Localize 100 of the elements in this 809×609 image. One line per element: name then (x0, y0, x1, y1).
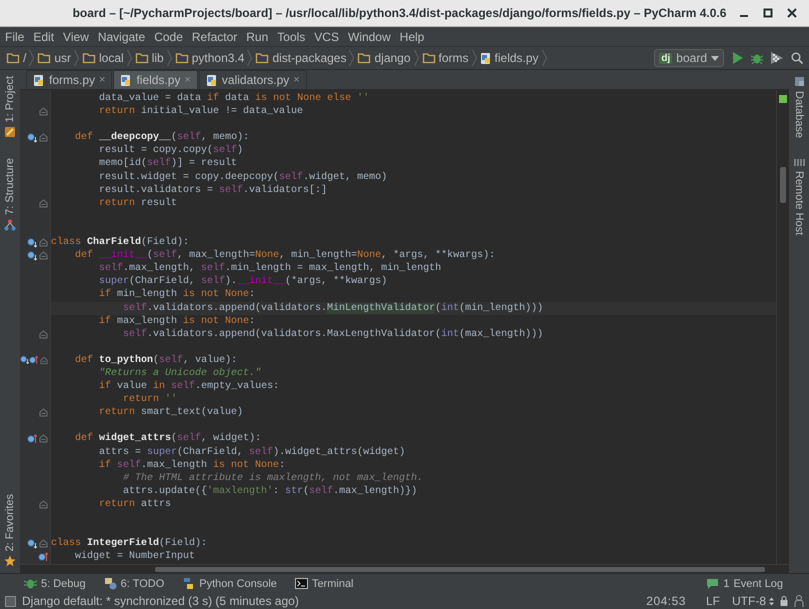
folder-icon (82, 52, 96, 64)
breadcrumb-item[interactable]: usr (37, 51, 72, 65)
menu-item[interactable]: Run (246, 28, 268, 44)
menu-item[interactable]: VCS (314, 28, 339, 44)
chevron-icon (472, 49, 477, 67)
chevron-icon (166, 49, 172, 67)
code-line: self.max_length, self.min_length = max_length, min_length (98, 262, 442, 276)
breadcrumb-item[interactable]: django (357, 51, 411, 65)
lock-icon[interactable] (780, 596, 788, 606)
bug-icon[interactable] (751, 52, 763, 64)
chevron-icon (29, 49, 34, 67)
code-line: super(CharField, self).__init__(*args, **kwargs) (98, 275, 388, 288)
run-configuration-dropdown[interactable]: dj board (654, 49, 724, 67)
python-file-icon (33, 74, 45, 86)
search-icon[interactable] (791, 52, 803, 64)
menu-item[interactable]: Navigate (98, 28, 146, 44)
encoding-selector[interactable]: UTF-8 (732, 594, 774, 608)
python-file-icon (120, 74, 132, 86)
breadcrumb-item[interactable]: forms (422, 51, 469, 65)
menu-item[interactable]: Code (154, 28, 183, 44)
chevron-icon (542, 49, 547, 67)
folder-icon (255, 52, 270, 64)
chevron-icon (414, 49, 419, 67)
folder-icon (6, 52, 20, 64)
breadcrumb-item[interactable]: / (6, 51, 26, 65)
folder-icon (134, 52, 149, 64)
tool-window-button[interactable]: Python Console (182, 577, 277, 590)
python-file-icon (206, 74, 218, 86)
code-line: return '' (122, 393, 178, 406)
code-line: if self.max_length is not None: (98, 458, 286, 472)
editor-tab[interactable]: validators.py × (198, 70, 307, 89)
folder-icon (357, 52, 372, 64)
code-line: return initial_value != data_value (98, 105, 304, 118)
chevron-icon (74, 49, 80, 67)
code-line: attrs.update({'maxlength': str(self.max_length)}) (122, 484, 418, 498)
breadcrumb-item[interactable]: fields.py (480, 51, 539, 65)
event-log-button[interactable]: 1 Event Log (706, 578, 783, 590)
chevron-icon (126, 49, 132, 67)
code-line: self.validators.append(validators.MaxLengthValidator(int(max_length))) (122, 328, 544, 341)
breadcrumb-item[interactable]: lib (134, 51, 164, 65)
close-icon[interactable] (787, 8, 797, 18)
tool-window-button[interactable]: Terminal (294, 578, 354, 590)
override-marker-icon (27, 132, 37, 143)
editor-tab[interactable]: fields.py × (113, 70, 198, 89)
bug-icon[interactable] (24, 577, 37, 590)
scrollbar-thumb[interactable] (780, 167, 786, 203)
editor-tab[interactable]: forms.py × (26, 70, 112, 89)
maximize-icon[interactable] (763, 8, 773, 18)
caret-position[interactable]: 204:53 (646, 594, 686, 608)
tool-window-button[interactable]: 5: Debug (24, 577, 86, 590)
override-marker-icon (27, 238, 37, 248)
menu-item[interactable]: Help (400, 28, 424, 44)
scrollbar-thumb[interactable] (155, 566, 765, 572)
tool-window-button[interactable]: 1: Project (3, 76, 17, 138)
checkered-play-icon[interactable] (771, 52, 783, 64)
inspector-icon[interactable] (794, 595, 804, 607)
code-line: data_value = data if data is not None else '' (98, 92, 370, 106)
tool-window-button[interactable]: 7: Structure (3, 158, 17, 232)
menu-item[interactable]: Window (348, 28, 391, 44)
overridden-marker-icon (38, 552, 48, 562)
database-icon[interactable] (794, 76, 804, 87)
overridden-marker-icon (27, 434, 37, 444)
config-badge: dj (659, 52, 672, 64)
breadcrumb-item[interactable]: dist-packages (255, 51, 346, 65)
up-down-arrow-icon (769, 596, 774, 606)
code-line: result.validators = self.validators[:] (98, 184, 328, 197)
breadcrumb-item[interactable]: python3.4 (174, 51, 244, 65)
code-line: # The HTML attribute is maxlength, not max_length. (122, 472, 424, 485)
code-line: def to_python(self, value): (74, 354, 238, 367)
code-line: def __deepcopy__(self, memo): (74, 131, 250, 144)
python-console-icon[interactable] (182, 577, 196, 590)
speech-bubble-icon[interactable] (706, 578, 720, 590)
project-icon[interactable] (4, 126, 16, 138)
todo-icon[interactable] (104, 577, 117, 590)
close-button[interactable]: × (99, 74, 106, 86)
code-line: def widget_attrs(self, widget): (74, 432, 262, 446)
menu-item[interactable]: View (63, 28, 89, 44)
code-line: return attrs (98, 498, 172, 511)
tool-window-button[interactable]: Database (792, 76, 806, 138)
close-button[interactable]: × (293, 74, 300, 86)
play-icon[interactable] (733, 52, 743, 64)
server-icon[interactable] (794, 158, 804, 168)
menu-item[interactable]: Tools (277, 28, 306, 44)
panel-toggle-icon[interactable] (5, 596, 16, 606)
line-separator[interactable]: LF (706, 594, 720, 608)
menu-item[interactable]: File (5, 28, 24, 44)
menu-item[interactable]: Edit (33, 28, 54, 44)
tool-window-button[interactable]: 2: Favorites (3, 494, 17, 567)
tool-window-button[interactable]: 6: TODO (104, 577, 164, 590)
folder-icon (422, 52, 436, 64)
breadcrumb-item[interactable]: local (82, 51, 124, 65)
overridden-marker-icon (28, 355, 38, 366)
menu-item[interactable]: Refactor (192, 28, 238, 44)
terminal-icon[interactable] (294, 578, 308, 589)
folder-icon (37, 52, 52, 64)
window-title: board – [~/PycharmProjects/board] – /usr/local/lib/python3.4/dist-packages/django/forms/fields.py – PyCharm 4.0.6 (72, 6, 728, 20)
structure-icon[interactable] (4, 219, 16, 232)
code-line: if max_length is not None: (98, 314, 256, 328)
tool-window-button[interactable]: Remote Host (792, 158, 806, 236)
override-marker-icon (27, 250, 37, 261)
